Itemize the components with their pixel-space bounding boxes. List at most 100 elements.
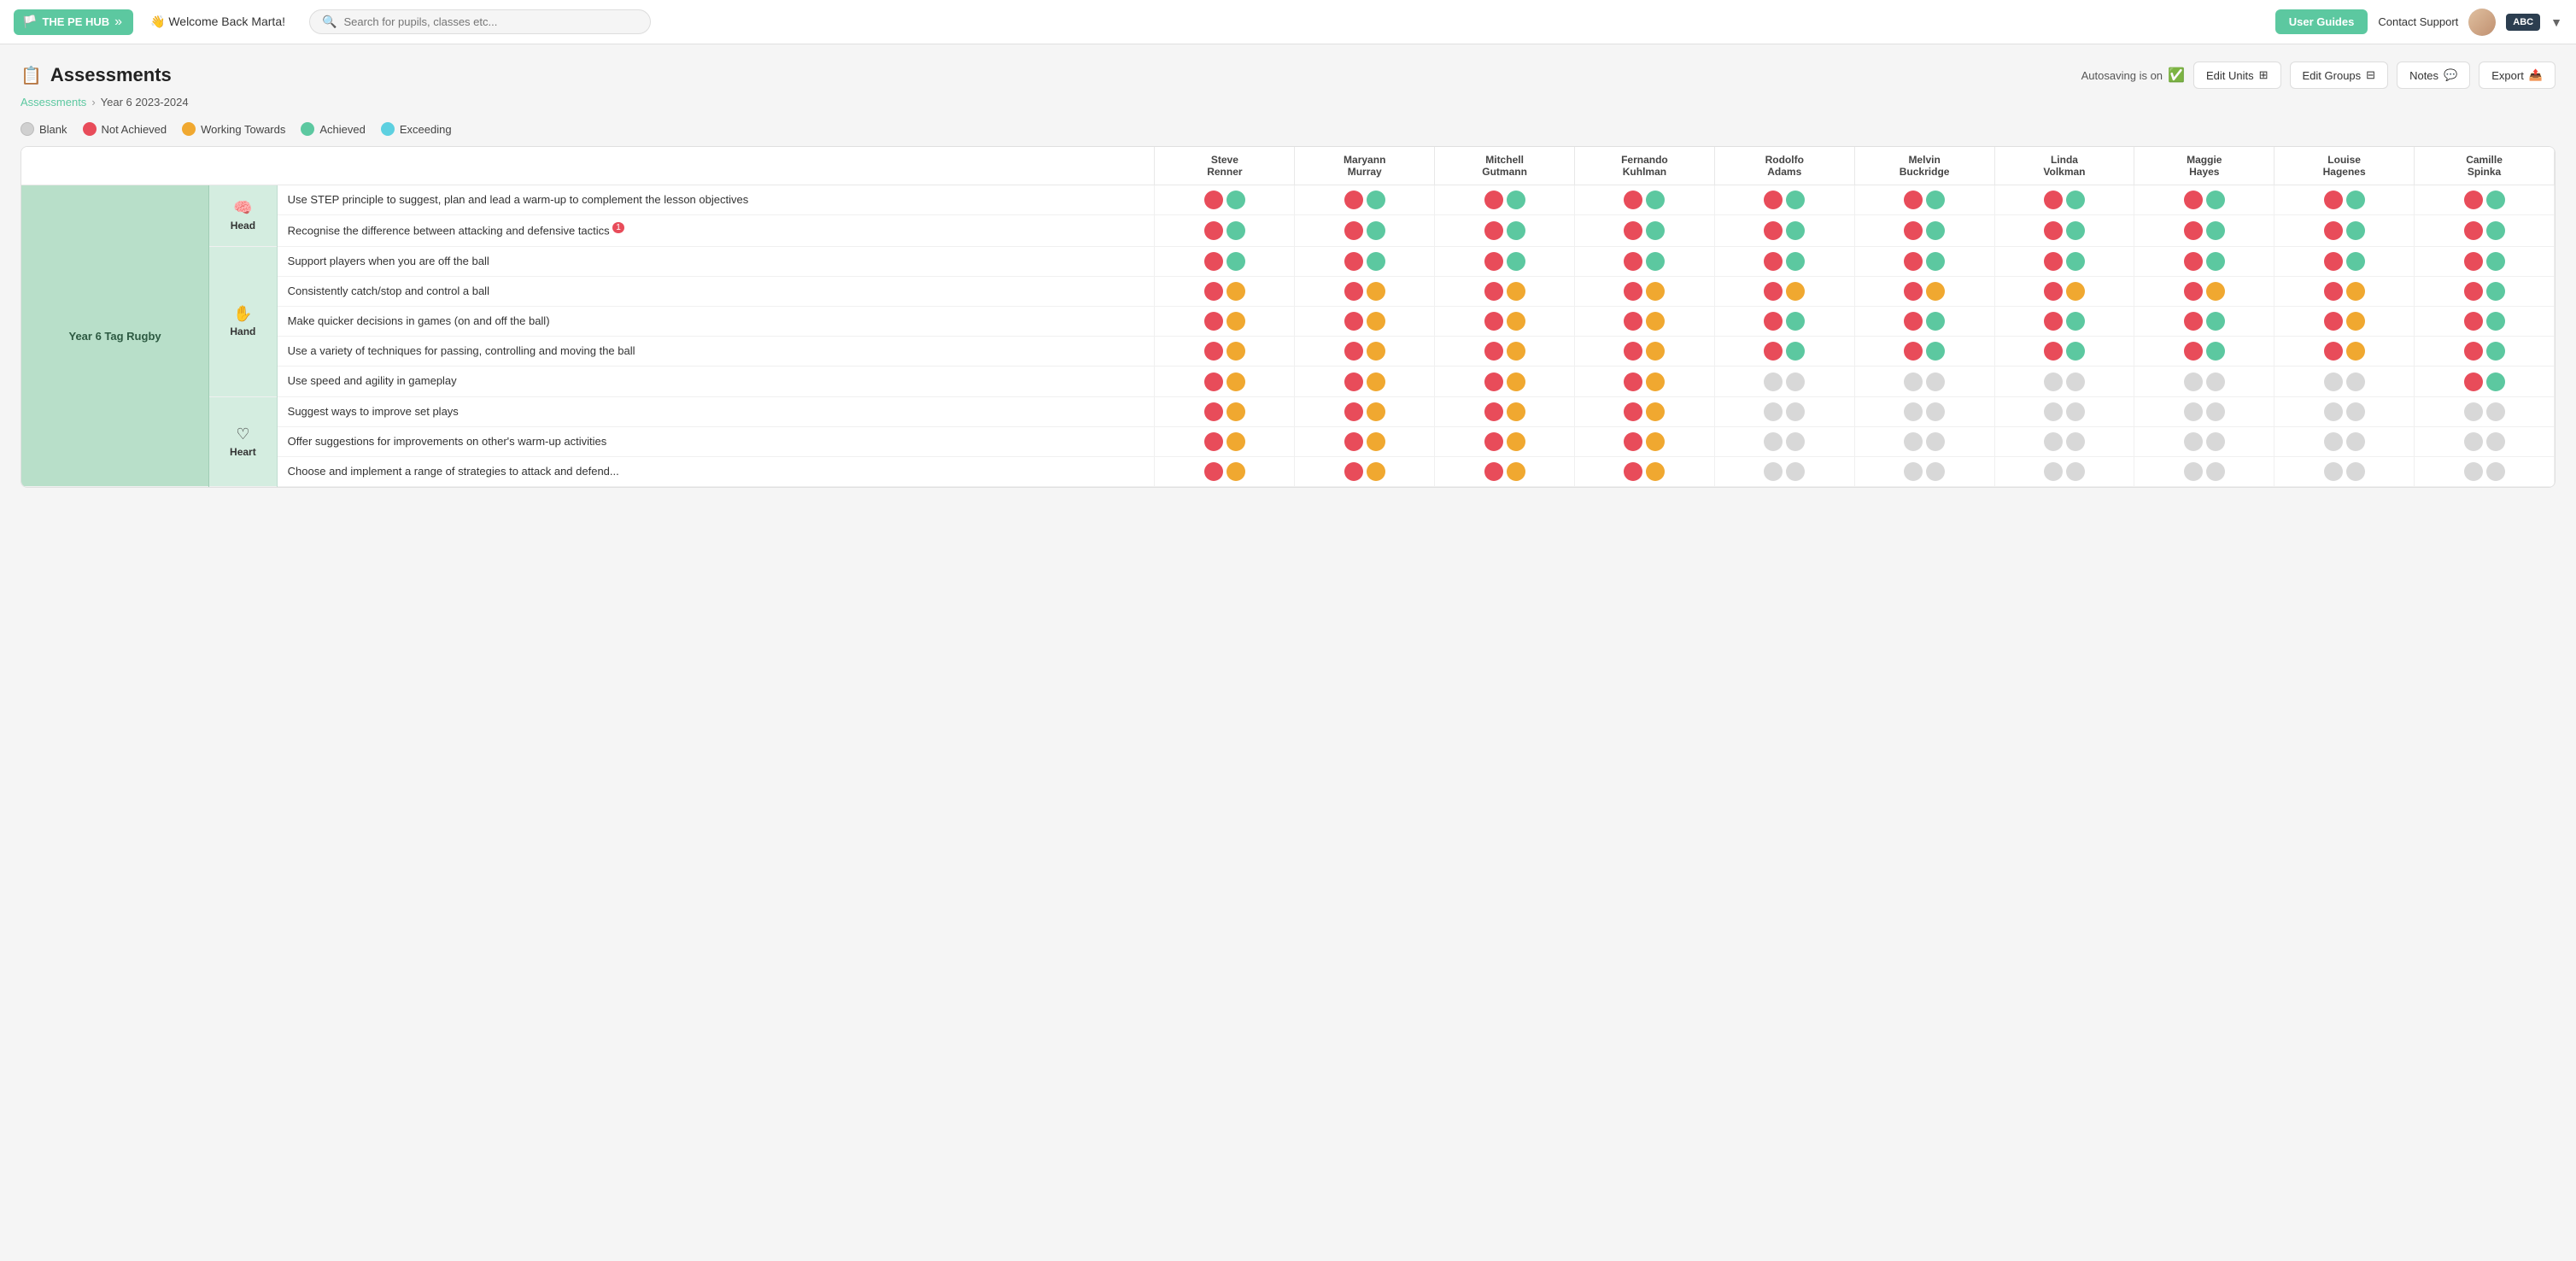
assessment-cell-row8-col0[interactable] [1155, 426, 1295, 456]
assessment-cell-row3-col6[interactable] [1994, 276, 2134, 306]
assessment-cell-row9-col7[interactable] [2134, 457, 2274, 487]
assessment-cell-row9-col8[interactable] [2274, 457, 2415, 487]
assessment-cell-row5-col9[interactable] [2415, 337, 2555, 367]
assessment-cell-row3-col5[interactable] [1854, 276, 1994, 306]
assessment-cell-row3-col2[interactable] [1435, 276, 1575, 306]
assessment-cell-row7-col6[interactable] [1994, 396, 2134, 426]
assessment-cell-row9-col1[interactable] [1295, 457, 1435, 487]
edit-groups-button[interactable]: Edit Groups ⊟ [2290, 62, 2389, 89]
assessment-cell-row4-col7[interactable] [2134, 307, 2274, 337]
assessment-cell-row1-col1[interactable] [1295, 215, 1435, 247]
assessment-cell-row2-col2[interactable] [1435, 246, 1575, 276]
assessment-cell-row3-col4[interactable] [1714, 276, 1854, 306]
assessment-cell-row7-col8[interactable] [2274, 396, 2415, 426]
logo-area[interactable]: 🏳️ THE PE HUB » [14, 9, 133, 35]
avatar[interactable] [2468, 9, 2496, 36]
assessment-cell-row3-col0[interactable] [1155, 276, 1295, 306]
assessment-cell-row2-col0[interactable] [1155, 246, 1295, 276]
assessment-cell-row0-col1[interactable] [1295, 185, 1435, 215]
assessment-cell-row2-col5[interactable] [1854, 246, 1994, 276]
assessment-cell-row7-col0[interactable] [1155, 396, 1295, 426]
assessment-cell-row8-col5[interactable] [1854, 426, 1994, 456]
edit-units-button[interactable]: Edit Units ⊞ [2193, 62, 2281, 89]
assessment-cell-row1-col3[interactable] [1575, 215, 1715, 247]
assessment-cell-row0-col0[interactable] [1155, 185, 1295, 215]
assessment-cell-row5-col6[interactable] [1994, 337, 2134, 367]
assessment-cell-row9-col0[interactable] [1155, 457, 1295, 487]
search-bar[interactable]: 🔍 [309, 9, 651, 34]
assessment-cell-row2-col9[interactable] [2415, 246, 2555, 276]
export-button[interactable]: Export 📤 [2479, 62, 2556, 89]
assessment-cell-row4-col4[interactable] [1714, 307, 1854, 337]
assessment-cell-row9-col2[interactable] [1435, 457, 1575, 487]
assessment-cell-row0-col4[interactable] [1714, 185, 1854, 215]
assessment-cell-row8-col2[interactable] [1435, 426, 1575, 456]
breadcrumb-root[interactable]: Assessments [20, 96, 86, 109]
assessment-cell-row2-col3[interactable] [1575, 246, 1715, 276]
assessment-cell-row3-col3[interactable] [1575, 276, 1715, 306]
assessment-cell-row1-col7[interactable] [2134, 215, 2274, 247]
assessment-cell-row4-col5[interactable] [1854, 307, 1994, 337]
assessment-cell-row4-col2[interactable] [1435, 307, 1575, 337]
assessment-cell-row8-col9[interactable] [2415, 426, 2555, 456]
assessment-cell-row6-col6[interactable] [1994, 367, 2134, 396]
assessment-cell-row5-col2[interactable] [1435, 337, 1575, 367]
assessment-cell-row6-col9[interactable] [2415, 367, 2555, 396]
assessment-cell-row7-col9[interactable] [2415, 396, 2555, 426]
assessment-cell-row5-col0[interactable] [1155, 337, 1295, 367]
assessment-cell-row9-col5[interactable] [1854, 457, 1994, 487]
assessment-cell-row8-col7[interactable] [2134, 426, 2274, 456]
assessment-cell-row5-col8[interactable] [2274, 337, 2415, 367]
assessment-cell-row3-col8[interactable] [2274, 276, 2415, 306]
assessment-cell-row3-col9[interactable] [2415, 276, 2555, 306]
assessment-cell-row4-col0[interactable] [1155, 307, 1295, 337]
assessment-cell-row4-col9[interactable] [2415, 307, 2555, 337]
search-input[interactable] [343, 15, 638, 28]
assessment-cell-row6-col3[interactable] [1575, 367, 1715, 396]
assessment-cell-row5-col5[interactable] [1854, 337, 1994, 367]
assessment-cell-row2-col8[interactable] [2274, 246, 2415, 276]
assessment-cell-row8-col8[interactable] [2274, 426, 2415, 456]
assessment-cell-row5-col1[interactable] [1295, 337, 1435, 367]
assessment-cell-row1-col9[interactable] [2415, 215, 2555, 247]
assessment-cell-row6-col8[interactable] [2274, 367, 2415, 396]
assessment-cell-row0-col7[interactable] [2134, 185, 2274, 215]
assessment-cell-row6-col0[interactable] [1155, 367, 1295, 396]
contact-support-link[interactable]: Contact Support [2378, 15, 2458, 28]
assessment-cell-row1-col8[interactable] [2274, 215, 2415, 247]
notes-button[interactable]: Notes 💬 [2397, 62, 2470, 89]
assessment-cell-row4-col6[interactable] [1994, 307, 2134, 337]
assessment-cell-row8-col3[interactable] [1575, 426, 1715, 456]
assessment-cell-row5-col7[interactable] [2134, 337, 2274, 367]
assessment-cell-row2-col4[interactable] [1714, 246, 1854, 276]
assessment-cell-row3-col7[interactable] [2134, 276, 2274, 306]
user-guides-button[interactable]: User Guides [2275, 9, 2368, 34]
assessment-cell-row2-col6[interactable] [1994, 246, 2134, 276]
assessment-cell-row6-col5[interactable] [1854, 367, 1994, 396]
assessment-cell-row2-col1[interactable] [1295, 246, 1435, 276]
assessment-cell-row5-col4[interactable] [1714, 337, 1854, 367]
dropdown-icon[interactable]: ▼ [2550, 15, 2562, 29]
assessment-cell-row6-col4[interactable] [1714, 367, 1854, 396]
assessment-cell-row0-col6[interactable] [1994, 185, 2134, 215]
assessment-cell-row7-col3[interactable] [1575, 396, 1715, 426]
assessment-cell-row0-col2[interactable] [1435, 185, 1575, 215]
assessment-cell-row9-col6[interactable] [1994, 457, 2134, 487]
assessment-cell-row0-col3[interactable] [1575, 185, 1715, 215]
assessment-cell-row1-col0[interactable] [1155, 215, 1295, 247]
assessment-cell-row4-col8[interactable] [2274, 307, 2415, 337]
assessment-cell-row4-col3[interactable] [1575, 307, 1715, 337]
assessment-cell-row0-col9[interactable] [2415, 185, 2555, 215]
assessment-cell-row1-col6[interactable] [1994, 215, 2134, 247]
assessment-cell-row7-col2[interactable] [1435, 396, 1575, 426]
assessment-cell-row0-col5[interactable] [1854, 185, 1994, 215]
assessment-cell-row6-col1[interactable] [1295, 367, 1435, 396]
assessment-cell-row8-col6[interactable] [1994, 426, 2134, 456]
assessment-cell-row7-col5[interactable] [1854, 396, 1994, 426]
assessment-cell-row7-col1[interactable] [1295, 396, 1435, 426]
assessment-cell-row0-col8[interactable] [2274, 185, 2415, 215]
assessment-cell-row6-col7[interactable] [2134, 367, 2274, 396]
assessment-cell-row8-col1[interactable] [1295, 426, 1435, 456]
assessment-cell-row7-col7[interactable] [2134, 396, 2274, 426]
assessment-cell-row5-col3[interactable] [1575, 337, 1715, 367]
